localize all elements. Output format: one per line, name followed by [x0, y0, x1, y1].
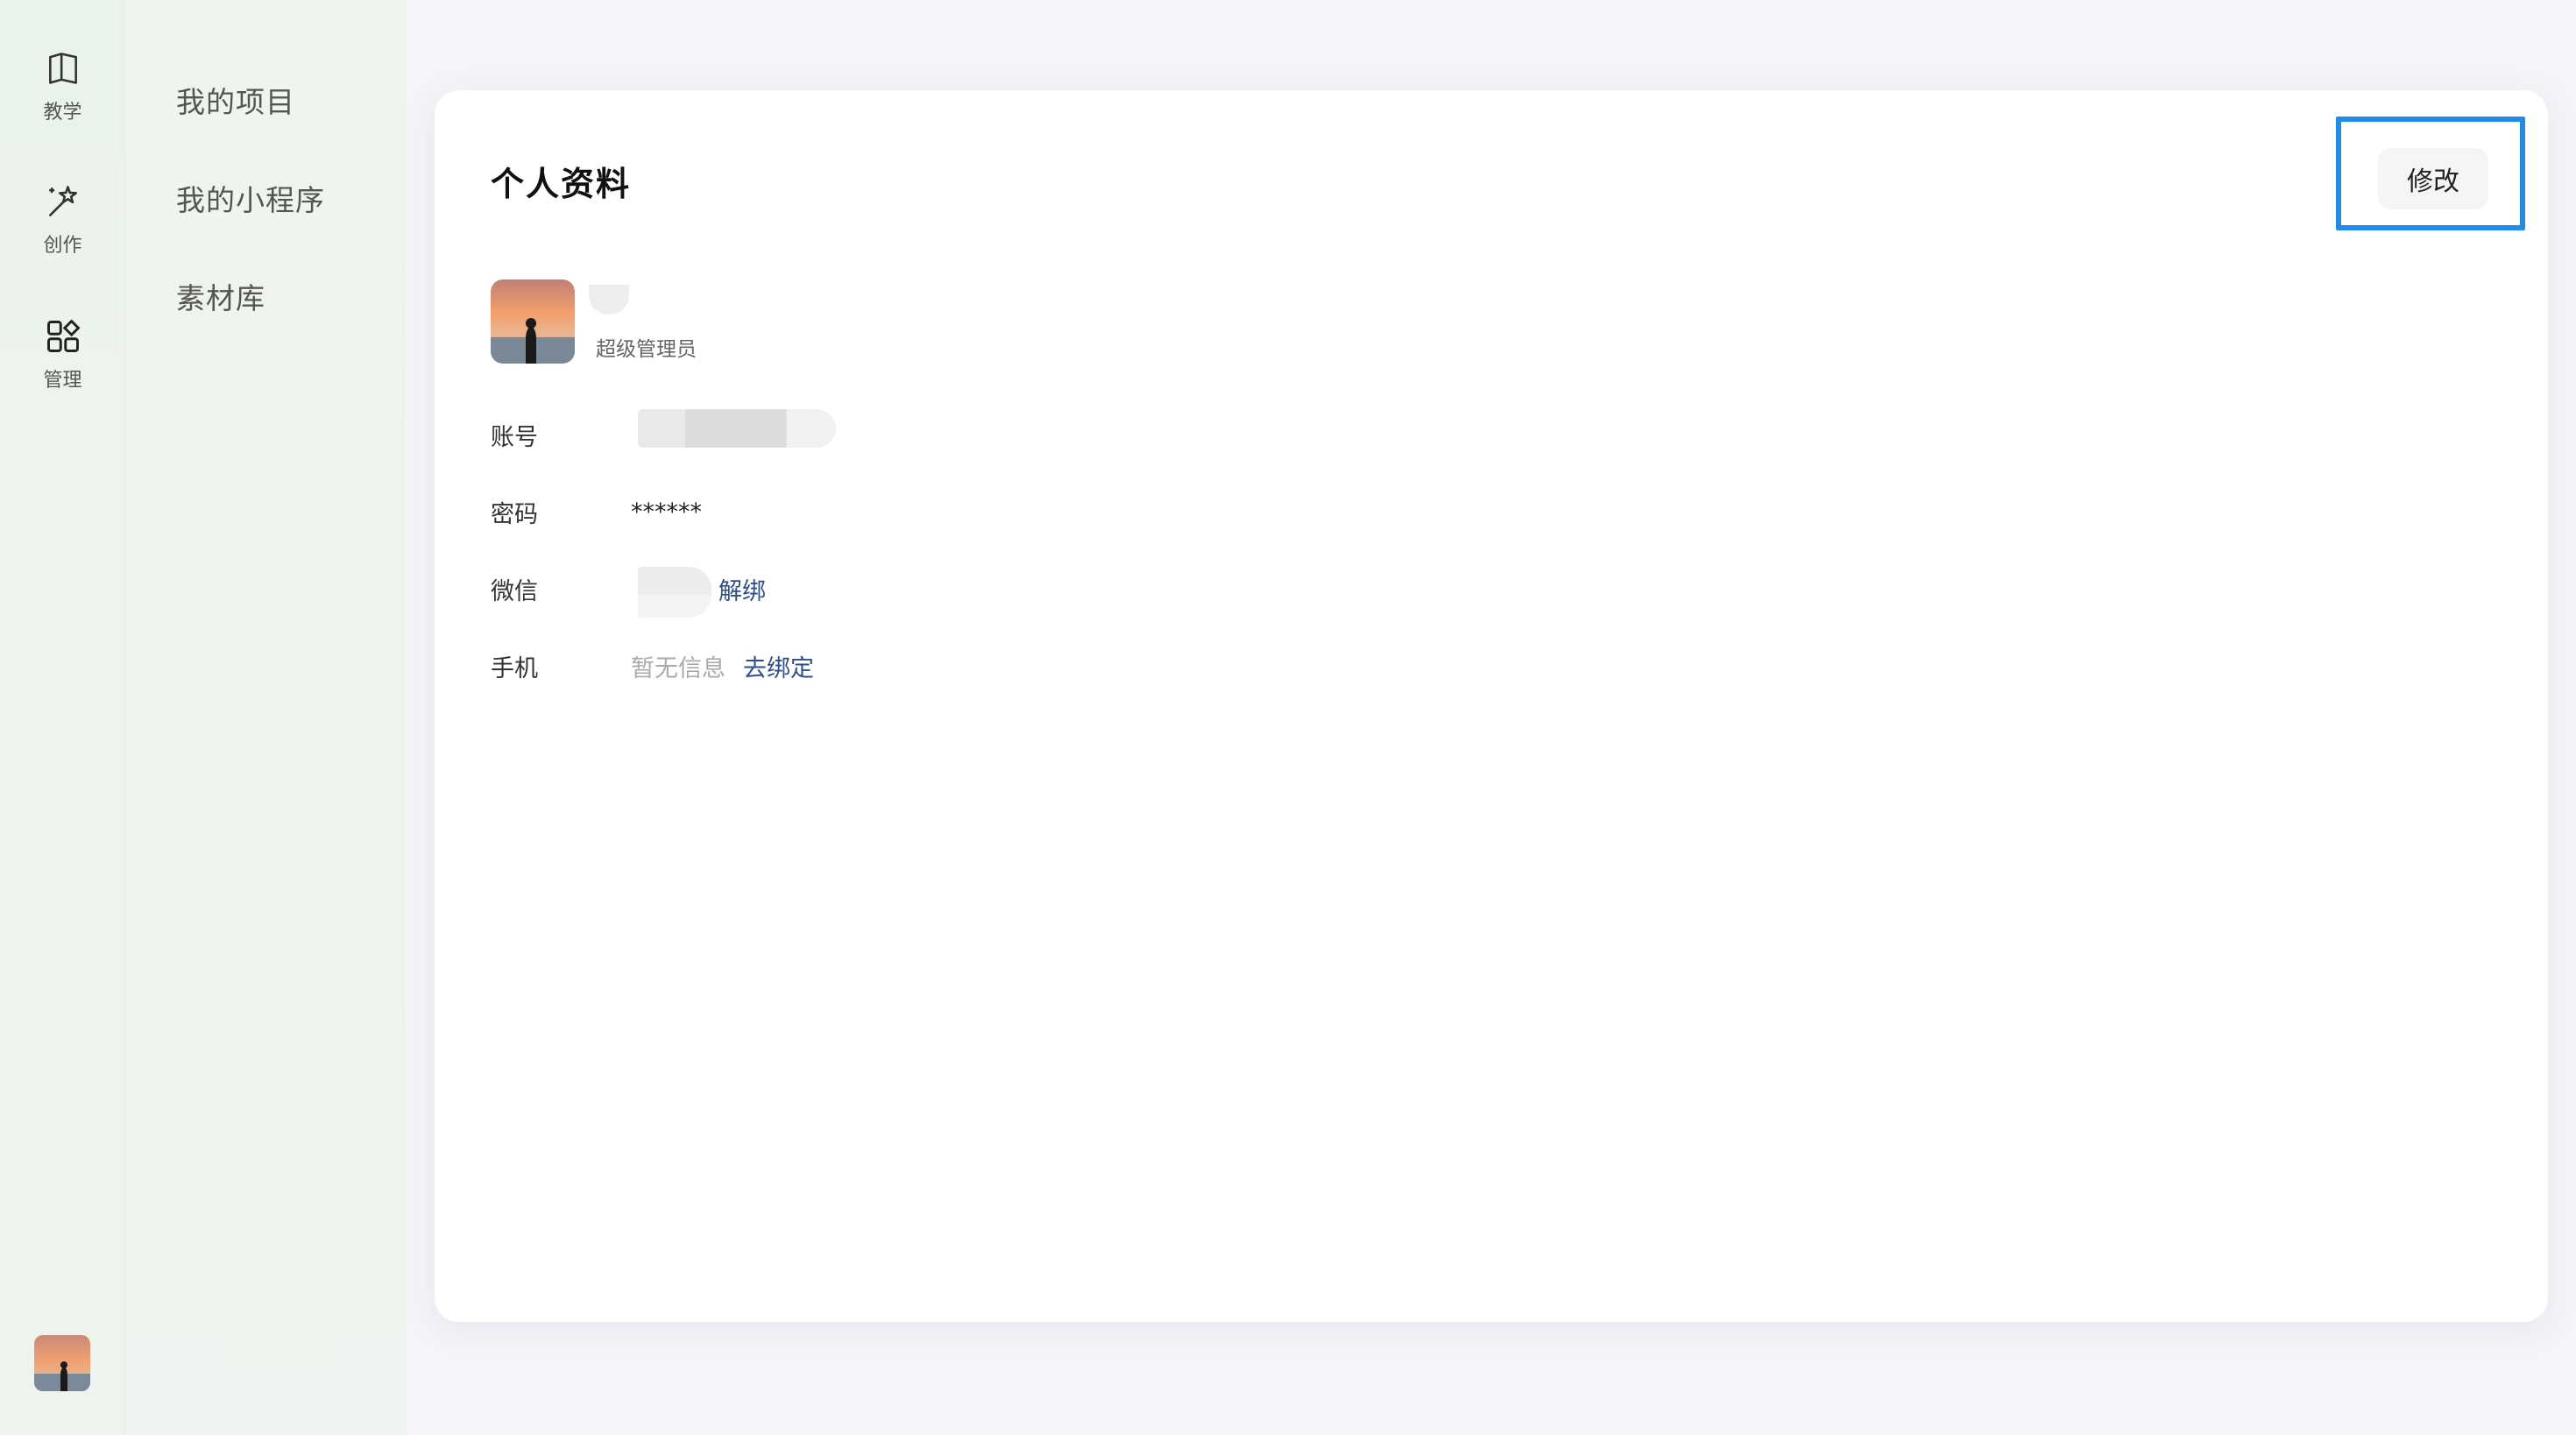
rail-label: 管理	[43, 370, 82, 392]
profile-card: 个人资料 修改 超级管理员 账号 密码 ****** 微信 解绑 手机 暂无信息…	[435, 90, 2548, 1322]
wechat-unbind-link[interactable]: 解绑	[718, 572, 766, 606]
username-redacted	[589, 285, 629, 315]
role-label: 超级管理员	[596, 338, 697, 361]
subnav-item-my-projects[interactable]: 我的项目	[176, 79, 295, 121]
phone-bind-link[interactable]: 去绑定	[743, 649, 814, 683]
rail-item-manage[interactable]: 管理	[0, 317, 125, 414]
user-avatar[interactable]	[34, 1335, 90, 1391]
avatar-image	[34, 1335, 90, 1391]
subnav-item-asset-library[interactable]: 素材库	[176, 275, 265, 317]
rail-label: 教学	[43, 102, 82, 124]
password-value: ******	[631, 498, 702, 526]
grid-icon	[46, 319, 80, 352]
rail-item-create[interactable]: 创作	[0, 182, 125, 279]
phone-label: 手机	[491, 655, 538, 682]
subnav-item-my-mini-programs[interactable]: 我的小程序	[176, 177, 325, 219]
wechat-value-redacted	[638, 567, 711, 618]
magic-wand-icon	[48, 186, 77, 216]
book-icon	[48, 53, 77, 84]
account-value-redacted	[638, 409, 836, 448]
page-title: 个人资料	[491, 165, 632, 203]
account-label: 账号	[491, 424, 538, 451]
avatar-image	[491, 279, 575, 364]
wechat-label: 微信	[491, 578, 538, 605]
profile-avatar[interactable]	[491, 279, 575, 364]
phone-value: 暂无信息	[631, 655, 725, 682]
password-label: 密码	[491, 501, 538, 528]
icon-rail: 教学 创作 管理	[0, 0, 125, 1435]
rail-label: 创作	[43, 235, 82, 257]
app-root: 教学 创作 管理 我的项目 我的小程序 素材库 个人资料 修改 超级管理员 账号…	[0, 0, 2576, 1435]
rail-item-teaching[interactable]: 教学	[0, 49, 125, 145]
sub-navigation: 我的项目 我的小程序 素材库	[125, 0, 406, 1435]
edit-profile-button[interactable]: 修改	[2378, 148, 2488, 209]
